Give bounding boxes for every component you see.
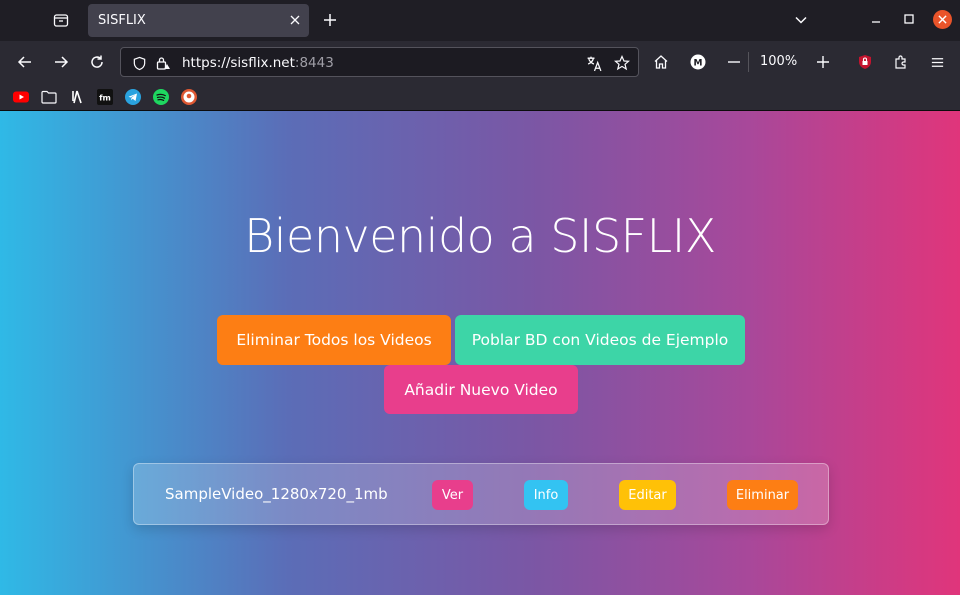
edit-video-button[interactable]: Editar <box>619 480 676 510</box>
url-text: https://sisflix.net:8443 <box>182 55 334 71</box>
toolbar-separator <box>748 52 749 72</box>
populate-db-button[interactable]: Poblar BD con Videos de Ejemplo <box>455 315 745 365</box>
close-icon[interactable] <box>287 12 303 28</box>
page-content: Bienvenido a SISFLIX Eliminar Todos los … <box>0 111 960 595</box>
svg-text:fm: fm <box>99 94 111 103</box>
extensions-puzzle-icon[interactable] <box>889 50 913 74</box>
zoom-level[interactable]: 100% <box>760 54 797 69</box>
page-title: Bienvenido a SISFLIX <box>244 209 716 263</box>
video-name: SampleVideo_1280x720_1mb <box>165 485 388 503</box>
video-info-button[interactable]: Info <box>524 480 568 510</box>
chevron-down-icon[interactable] <box>790 9 812 31</box>
tab-strip: SISFLIX <box>0 0 960 41</box>
duckduckgo-icon[interactable] <box>181 89 197 105</box>
maximize-icon[interactable] <box>901 11 917 27</box>
hamburger-menu-icon[interactable] <box>925 50 949 74</box>
forward-arrow-icon[interactable] <box>49 50 73 74</box>
url-host: https://sisflix.net <box>182 55 295 71</box>
extension-m-icon[interactable]: M <box>686 50 710 74</box>
url-bar[interactable]: https://sisflix.net:8443 <box>120 47 639 77</box>
view-video-button[interactable]: Ver <box>432 480 473 510</box>
svg-text:M: M <box>694 59 703 69</box>
spotify-icon[interactable] <box>153 89 169 105</box>
tab-sisflix[interactable]: SISFLIX <box>88 4 309 37</box>
delete-video-button[interactable]: Eliminar <box>727 480 798 510</box>
youtube-icon[interactable] <box>13 89 29 105</box>
bookmark-ja-icon[interactable] <box>69 89 85 105</box>
folder-icon[interactable] <box>41 89 57 105</box>
ublock-icon[interactable] <box>853 50 877 74</box>
lock-warning-icon[interactable] <box>154 54 172 72</box>
plus-icon[interactable] <box>319 9 341 31</box>
shield-icon[interactable] <box>130 54 148 72</box>
navigation-toolbar: https://sisflix.net:8443 M 100% <box>0 41 960 83</box>
firefox-view-icon[interactable] <box>49 8 73 32</box>
zoom-in-icon[interactable] <box>811 50 835 74</box>
tab-title: SISFLIX <box>98 13 146 28</box>
zoom-out-icon[interactable] <box>722 50 746 74</box>
star-icon[interactable] <box>613 54 631 72</box>
window-close-icon[interactable] <box>933 10 952 29</box>
delete-all-videos-button[interactable]: Eliminar Todos los Videos <box>217 315 451 365</box>
telegram-icon[interactable] <box>125 89 141 105</box>
reload-icon[interactable] <box>85 50 109 74</box>
minimize-icon[interactable] <box>868 11 884 27</box>
bookmarks-toolbar: fm <box>0 83 960 111</box>
url-port: :8443 <box>294 55 334 71</box>
add-video-button[interactable]: Añadir Nuevo Video <box>384 365 578 414</box>
home-icon[interactable] <box>649 50 673 74</box>
translate-icon[interactable] <box>585 54 603 72</box>
back-arrow-icon[interactable] <box>13 50 37 74</box>
video-list-item: SampleVideo_1280x720_1mb Ver Info Editar… <box>133 463 829 525</box>
bookmark-fm-icon[interactable]: fm <box>97 89 113 105</box>
